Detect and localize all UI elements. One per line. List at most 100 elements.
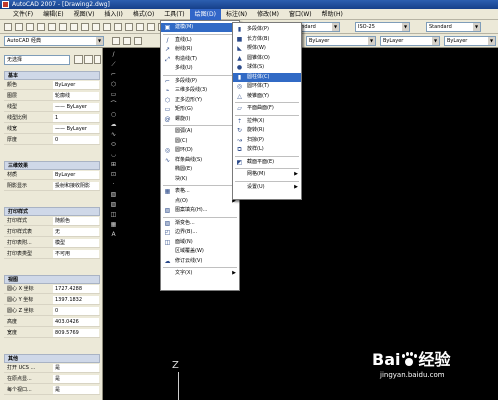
- property-value[interactable]: 轮廓线: [53, 92, 99, 100]
- menu-item[interactable]: ◰ 边界(B)...: [161, 228, 239, 237]
- property-value[interactable]: 0: [53, 307, 99, 315]
- property-value[interactable]: 是: [53, 386, 99, 394]
- revcloud-icon[interactable]: ☁: [109, 120, 118, 129]
- menu-item[interactable]: ◩ 截面平面(E): [233, 158, 301, 167]
- menu-item[interactable]: ∿ 样条曲线(S): [161, 156, 239, 165]
- property-row[interactable]: 颜色 ByLayer: [4, 81, 100, 90]
- menu-item[interactable]: 帮助(H): [317, 9, 348, 20]
- table-style-select[interactable]: Standard ▼: [426, 22, 481, 32]
- menu-item[interactable]: 视图(V): [69, 9, 100, 20]
- property-row[interactable]: 圆心 X 坐标 1727.4288: [4, 285, 100, 294]
- menu-item[interactable]: ■ 长方体(B): [233, 35, 301, 44]
- property-value[interactable]: —— ByLayer: [53, 103, 99, 111]
- menu-item[interactable]: ↗ 射线(R): [161, 45, 239, 54]
- menu-item[interactable]: 标注(N): [221, 9, 252, 20]
- zoom-icon[interactable]: [147, 23, 155, 31]
- menu-item[interactable]: 工具(T): [159, 9, 189, 20]
- open-icon[interactable]: [15, 23, 23, 31]
- workspace-select[interactable]: AutoCAD 经典 ▼: [4, 36, 104, 46]
- line-icon[interactable]: /: [109, 50, 118, 59]
- palette-section-header[interactable]: 其他: [4, 354, 100, 363]
- property-value[interactable]: 不可用: [53, 250, 99, 258]
- hatch-icon[interactable]: ▧: [109, 190, 118, 199]
- menu-item[interactable]: ⤢ 构造线(T): [161, 55, 239, 64]
- menu-item[interactable]: @ 螺旋(I): [161, 115, 239, 124]
- property-row[interactable]: 图层 轮廓线: [4, 92, 100, 101]
- menu-item[interactable]: ▣建模(M)▶: [161, 23, 239, 32]
- copy-icon[interactable]: [81, 23, 89, 31]
- property-value[interactable]: 1397.1832: [53, 296, 99, 304]
- color-select[interactable]: ByLayer ▼: [306, 36, 376, 46]
- menu-item[interactable]: ⌁ 三维多段线(3): [161, 86, 239, 95]
- menu-item[interactable]: / 直线(L): [161, 36, 239, 45]
- rectangle-icon[interactable]: ▭: [109, 90, 118, 99]
- property-row[interactable]: 线型比例 1: [4, 114, 100, 123]
- property-value[interactable]: 809.5769: [53, 329, 99, 337]
- menu-item[interactable]: 绘图(D): [189, 8, 221, 20]
- ellipse-icon[interactable]: ⬭: [109, 140, 118, 149]
- layer-previous-icon[interactable]: [134, 37, 142, 45]
- menu-item[interactable]: △ 棱锥面(Y): [233, 92, 301, 101]
- menu-item[interactable]: 块(K)▶: [161, 175, 239, 184]
- publish-icon[interactable]: [59, 23, 67, 31]
- menu-item[interactable]: ▧ 图案填充(H)...: [161, 206, 239, 215]
- gradient-icon[interactable]: ▨: [109, 200, 118, 209]
- menu-item[interactable]: ● 球体(S): [233, 63, 301, 72]
- polyline-icon[interactable]: ⌐: [109, 70, 118, 79]
- insert-block-icon[interactable]: ⊞: [109, 160, 118, 169]
- property-value[interactable]: 403.0426: [53, 318, 99, 326]
- toggle-pickadd-button[interactable]: [74, 55, 83, 64]
- mtext-icon[interactable]: A: [109, 230, 118, 239]
- property-value[interactable]: 投射和接收阴影: [53, 182, 99, 190]
- menu-item[interactable]: ◣ 楔体(W): [233, 44, 301, 53]
- property-row[interactable]: 宽度 809.5769: [4, 329, 100, 338]
- property-row[interactable]: 打印表附... 模型: [4, 239, 100, 248]
- layer-manager-icon[interactable]: [112, 37, 120, 45]
- lineweight-select[interactable]: ByLayer ▼: [444, 36, 496, 46]
- menu-item[interactable]: ⌐ 多段线(P): [161, 77, 239, 86]
- menu-item[interactable]: ▮ 圆柱体(C): [233, 72, 301, 82]
- menu-item[interactable]: ◎ 圆环体(T): [233, 82, 301, 91]
- region-icon[interactable]: ◫: [109, 210, 118, 219]
- palette-section-header[interactable]: 打印样式: [4, 207, 100, 216]
- property-row[interactable]: 阴影显示 投射和接收阴影: [4, 182, 100, 191]
- menu-item[interactable]: 格式(O): [128, 9, 159, 20]
- property-row[interactable]: 厚度 0: [4, 136, 100, 145]
- select-objects-button[interactable]: [84, 55, 93, 64]
- property-row[interactable]: 线型 —— ByLayer: [4, 103, 100, 112]
- property-row[interactable]: 在原点显... 是: [4, 375, 100, 384]
- point-icon[interactable]: ·: [109, 180, 118, 189]
- menu-item[interactable]: 文字(X) ▶: [161, 269, 239, 278]
- palette-section-header[interactable]: 基本: [4, 71, 100, 80]
- menu-item[interactable]: 圆弧(A)▶: [161, 127, 239, 136]
- menu-item[interactable]: ↻ 旋转(R): [233, 126, 301, 135]
- new-icon[interactable]: [4, 23, 12, 31]
- menu-item[interactable]: 椭圆(E)▶: [161, 165, 239, 174]
- menu-item[interactable]: ↝ 扫掠(P): [233, 136, 301, 145]
- table-icon[interactable]: ▦: [109, 220, 118, 229]
- menu-item[interactable]: ▨ 渐变色...: [161, 219, 239, 228]
- property-value[interactable]: 是: [53, 375, 99, 383]
- undo-icon[interactable]: [114, 23, 122, 31]
- property-row[interactable]: 圆心 Y 坐标 1397.1832: [4, 296, 100, 305]
- menu-item[interactable]: ▱ 平面曲面(F): [233, 104, 301, 113]
- menu-item[interactable]: ▲ 圆锥体(O): [233, 54, 301, 63]
- quick-select-button[interactable]: [94, 55, 101, 64]
- menu-item[interactable]: ▭ 矩形(G): [161, 105, 239, 114]
- menu-item[interactable]: 点(O) ▶: [161, 197, 239, 206]
- menu-item[interactable]: 网格(M) ▶: [233, 170, 301, 179]
- property-row[interactable]: 线宽 —— ByLayer: [4, 125, 100, 134]
- property-value[interactable]: ByLayer: [53, 171, 99, 179]
- property-row[interactable]: 打印样式表 无: [4, 228, 100, 237]
- menu-item[interactable]: 圆(C)▶: [161, 137, 239, 146]
- arc-icon[interactable]: ⌒: [109, 100, 118, 109]
- save-icon[interactable]: [26, 23, 34, 31]
- selection-dropdown[interactable]: 无选择: [4, 55, 70, 65]
- menu-item[interactable]: ▮ 多段体(P): [233, 25, 301, 34]
- layer-state-icon[interactable]: [123, 37, 131, 45]
- property-row[interactable]: 高度 403.0426: [4, 318, 100, 327]
- xline-icon[interactable]: ⟋: [109, 60, 118, 69]
- cut-icon[interactable]: [70, 23, 78, 31]
- property-value[interactable]: 模型: [53, 239, 99, 247]
- property-value[interactable]: 0: [53, 136, 99, 144]
